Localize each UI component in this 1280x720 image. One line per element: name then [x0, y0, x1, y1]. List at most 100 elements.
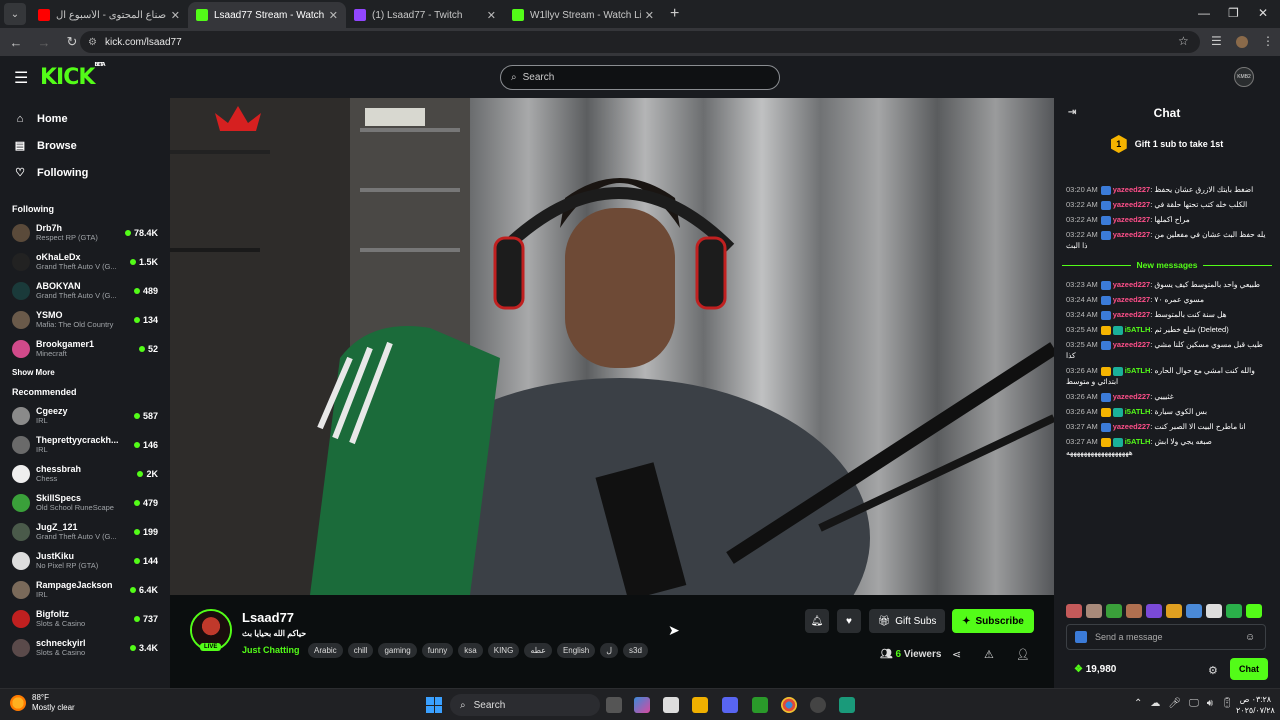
message-username[interactable]: i5ATLH: [1125, 437, 1151, 446]
emote-icon[interactable]: [1126, 604, 1142, 618]
message-username[interactable]: yazeed227: [1113, 200, 1151, 209]
gift-leaderboard-banner[interactable]: 1 Gift 1 sub to take 1st: [1054, 128, 1280, 160]
nav-browse[interactable]: ▤ Browse: [0, 132, 170, 159]
system-tray[interactable]: ⌃☁🎤︎🖵🔊︎🔋︎: [1134, 698, 1242, 709]
stream-tag[interactable]: عطه: [524, 643, 552, 658]
emote-icon[interactable]: [1146, 604, 1162, 618]
app-icon[interactable]: [839, 697, 855, 713]
browser-tab-kick-lsaad77[interactable]: Lsaad77 Stream - Watch Live on ✕: [188, 2, 346, 28]
stream-tag[interactable]: Arabic: [308, 643, 343, 658]
minimize-button[interactable]: —: [1198, 6, 1210, 20]
stream-tag[interactable]: s3d: [623, 643, 648, 658]
chat-message[interactable]: 03:20 AM yazeed227: اضغط بايتك الازرق عشا…: [1054, 182, 1280, 197]
search-input[interactable]: [522, 72, 763, 83]
xbox-icon[interactable]: [752, 697, 768, 713]
channel-points[interactable]: 19,980: [1074, 664, 1117, 675]
tab-search-dropdown[interactable]: ⌄: [4, 3, 26, 25]
emote-icon[interactable]: [1166, 604, 1182, 618]
chat-message[interactable]: 03:25 AM yazeed227: طيب قبل مسوي مسكين كل…: [1054, 337, 1280, 363]
sidebar-channel-recommended[interactable]: Cgeezy IRL 587: [0, 401, 170, 430]
follow-heart-button[interactable]: ♥: [837, 609, 861, 633]
send-chat-button[interactable]: Chat: [1230, 658, 1268, 680]
message-username[interactable]: yazeed227: [1113, 340, 1151, 349]
chat-message[interactable]: 03:23 AM yazeed227: طبيعي واحد بالمتوسط ك…: [1054, 277, 1280, 292]
file-explorer-icon[interactable]: [692, 697, 708, 713]
chat-message[interactable]: 03:26 AM i5ATLH: بس الكوي سيارة: [1054, 404, 1280, 419]
show-more-button[interactable]: Show More: [0, 363, 170, 381]
emote-icon[interactable]: [1186, 604, 1202, 618]
back-icon[interactable]: ←: [4, 35, 28, 50]
sidebar-channel-following[interactable]: oKhaLeDx Grand Theft Auto V (G... 1.5K: [0, 247, 170, 276]
maximize-button[interactable]: ❐: [1228, 6, 1239, 20]
browser-tab-kick-w1llyv[interactable]: W1llyv Stream - Watch Live on ✕: [504, 2, 662, 28]
browser-tab-youtube[interactable]: دوري صناع المحتوى - الأسبوع ال ✕: [30, 2, 188, 28]
browser-tab-twitch[interactable]: (1) Lsaad77 - Twitch ✕: [346, 2, 504, 28]
chat-message[interactable]: 03:27 AM i5ATLH: صبغه يجي ولا ابش ههههههه…: [1054, 434, 1280, 460]
close-tab-icon[interactable]: ✕: [645, 9, 654, 22]
sidebar-channel-following[interactable]: ABOKYAN Grand Theft Auto V (G... 489: [0, 276, 170, 305]
message-username[interactable]: yazeed227: [1113, 280, 1151, 289]
copilot-icon[interactable]: [634, 697, 650, 713]
sidebar-channel-recommended[interactable]: JugZ_121 Grand Theft Auto V (G... 199: [0, 517, 170, 546]
stream-tag[interactable]: ksa: [458, 643, 483, 658]
sidebar-channel-recommended[interactable]: schneckyirl Slots & Casino 3.4K: [0, 633, 170, 662]
user-avatar[interactable]: KMB2: [1234, 67, 1254, 87]
emote-icon[interactable]: [1226, 604, 1242, 618]
message-username[interactable]: yazeed227: [1113, 295, 1151, 304]
streamer-name[interactable]: Lsaad77: [242, 610, 294, 625]
emote-icon[interactable]: [1206, 604, 1222, 618]
emote-icon[interactable]: [1246, 604, 1262, 618]
stream-tag[interactable]: funny: [421, 643, 454, 658]
message-username[interactable]: i5ATLH: [1125, 407, 1151, 416]
chrome-icon[interactable]: [781, 697, 797, 713]
task-view-icon[interactable]: [606, 697, 622, 713]
sidebar-channel-recommended[interactable]: Bigfoltz Slots & Casino 737: [0, 604, 170, 633]
stream-tag[interactable]: KING: [487, 643, 520, 658]
close-tab-icon[interactable]: ✕: [171, 9, 180, 22]
message-username[interactable]: yazeed227: [1113, 185, 1151, 194]
message-username[interactable]: yazeed227: [1113, 422, 1151, 431]
kick-logo[interactable]: KICKBETA: [40, 62, 106, 90]
notification-bell-button[interactable]: 🔔︎: [805, 609, 829, 633]
stream-tag[interactable]: chill: [347, 643, 374, 658]
message-username[interactable]: i5ATLH: [1125, 325, 1151, 334]
chat-settings-icon[interactable]: ⚙: [1208, 664, 1218, 677]
message-username[interactable]: yazeed227: [1113, 215, 1151, 224]
weather-widget[interactable]: 88°F Mostly clear: [10, 693, 75, 713]
sidebar-channel-following[interactable]: Brookgamer1 Minecraft 52: [0, 334, 170, 363]
nav-home[interactable]: ⌂ Home: [0, 105, 170, 132]
sidebar-channel-recommended[interactable]: RampageJackson IRL 6.4K: [0, 575, 170, 604]
store-icon[interactable]: [663, 697, 679, 713]
subscribe-button[interactable]: ✦ Subscribe: [952, 609, 1034, 633]
close-tab-icon[interactable]: ✕: [487, 9, 496, 22]
video-player[interactable]: [170, 98, 1054, 595]
search-box[interactable]: ⌕: [500, 65, 780, 90]
gift-subs-button[interactable]: 🎁︎ Gift Subs: [869, 609, 945, 633]
clock[interactable]: ٠٣:٢٨ ص ٢٠٢٥/٠٧/٢٨: [1236, 694, 1275, 716]
reading-list-icon[interactable]: ☰: [1211, 34, 1222, 48]
chat-message[interactable]: 03:26 AM yazeed227: غثيييي: [1054, 389, 1280, 404]
sidebar-channel-following[interactable]: YSMO Mafia: The Old Country 134: [0, 305, 170, 334]
profile-avatar[interactable]: [1236, 36, 1248, 48]
collapse-chat-icon[interactable]: ⇥: [1068, 107, 1076, 118]
chat-message[interactable]: 03:22 AM yazeed227: يله حفظ البث عشان في …: [1054, 227, 1280, 253]
emoji-picker-icon[interactable]: ☺: [1245, 632, 1255, 643]
new-tab-button[interactable]: +: [670, 5, 679, 23]
menu-dots-icon[interactable]: ⋮: [1262, 34, 1274, 48]
start-button[interactable]: [426, 697, 442, 713]
stream-category[interactable]: Just Chatting: [242, 645, 300, 655]
discord-icon[interactable]: [722, 697, 738, 713]
message-username[interactable]: yazeed227: [1113, 310, 1151, 319]
nav-following[interactable]: ♡ Following: [0, 159, 170, 186]
chat-message[interactable]: 03:25 AM i5ATLH: شلع خطير ثم (Deleted): [1054, 322, 1280, 337]
emote-icon[interactable]: [1106, 604, 1122, 618]
chat-message[interactable]: 03:24 AM yazeed227: مسوي عمره ٧٠: [1054, 292, 1280, 307]
stream-tag[interactable]: English: [556, 643, 596, 658]
sidebar-channel-recommended[interactable]: JustKiku No Pixel RP (GTA) 144: [0, 546, 170, 575]
hamburger-menu-icon[interactable]: ☰: [14, 68, 28, 88]
close-tab-icon[interactable]: ✕: [329, 9, 338, 22]
close-window-button[interactable]: ✕: [1258, 6, 1268, 20]
report-icon[interactable]: ⚠: [984, 648, 994, 661]
chat-message[interactable]: 03:22 AM yazeed227: مراح اكملها: [1054, 212, 1280, 227]
chat-message-input[interactable]: [1095, 632, 1245, 642]
